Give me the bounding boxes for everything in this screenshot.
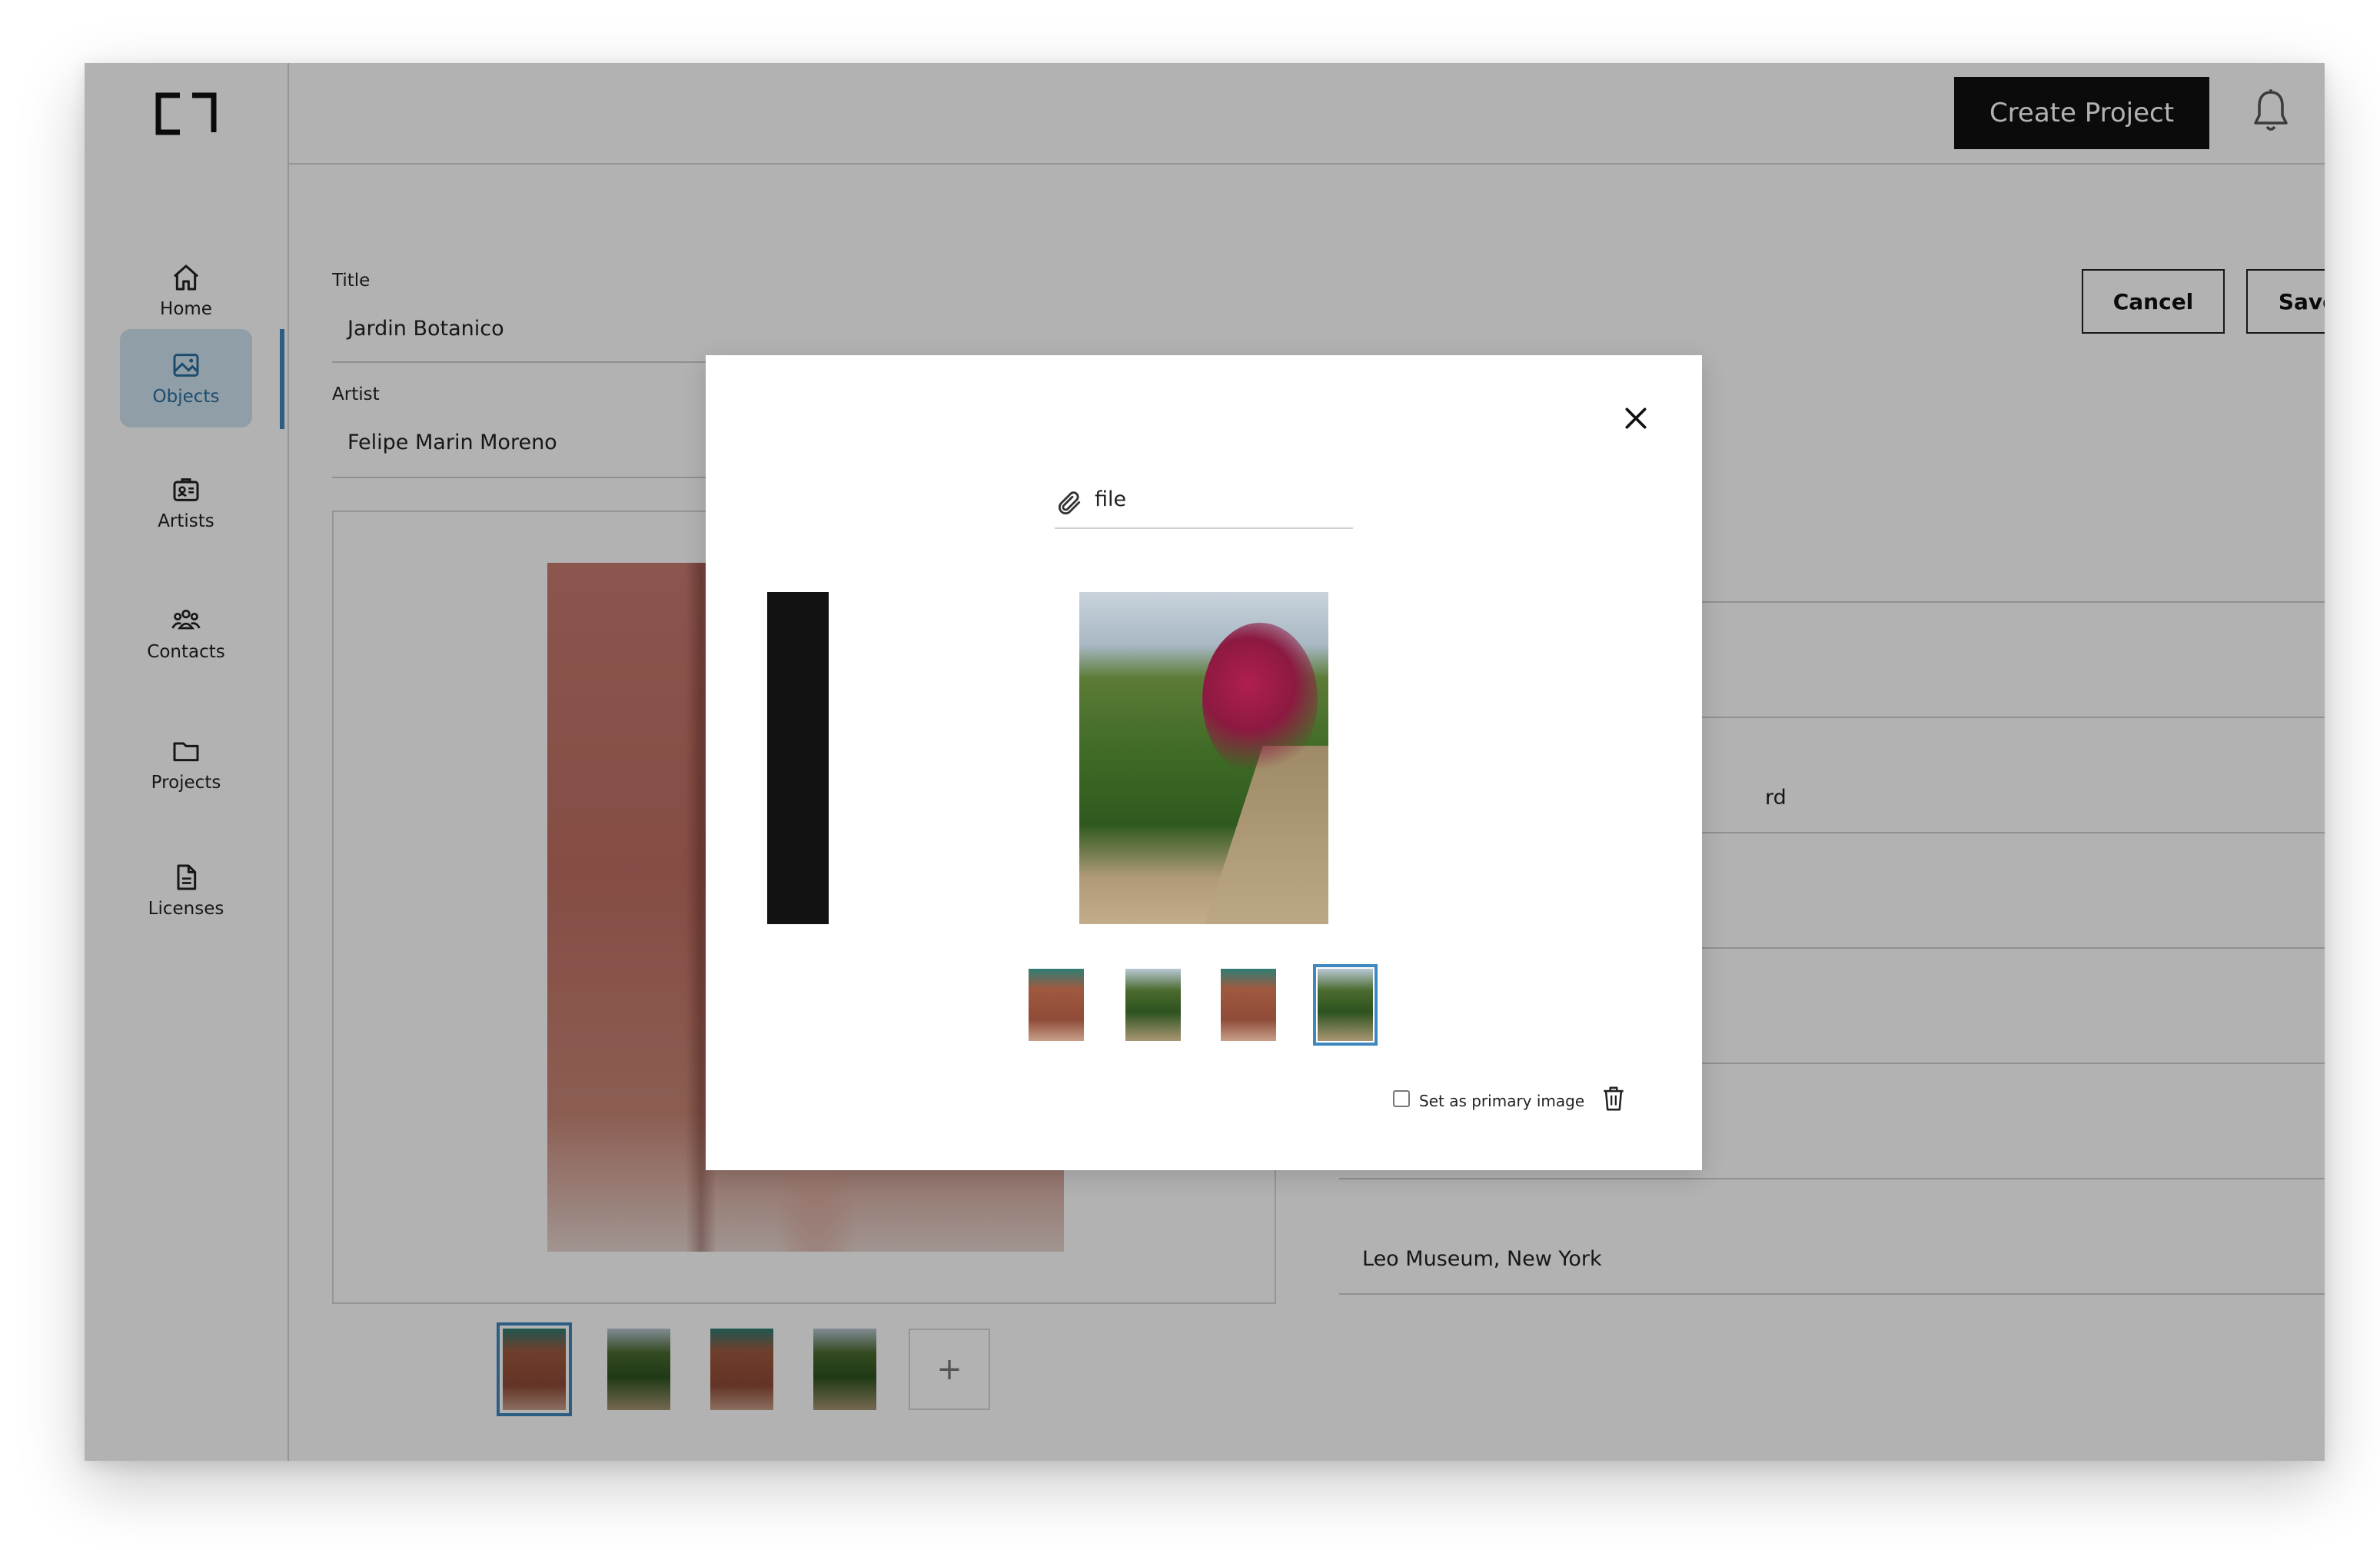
close-icon[interactable] bbox=[1620, 403, 1651, 434]
file-input[interactable]: file bbox=[1055, 478, 1353, 529]
modal-thumbnail[interactable] bbox=[1029, 969, 1084, 1041]
file-input-placeholder: file bbox=[1095, 487, 1127, 511]
modal-thumbnail[interactable] bbox=[1125, 969, 1181, 1041]
paperclip-icon bbox=[1058, 491, 1081, 515]
primary-image-label: Set as primary image bbox=[1419, 1092, 1585, 1110]
modal-thumbnail[interactable] bbox=[1313, 964, 1378, 1046]
modal-thumbnail[interactable] bbox=[1221, 969, 1276, 1041]
image-modal: file Set as primary image bbox=[706, 355, 1702, 1170]
app-window: Home Objects Artists Contacts Projects L… bbox=[85, 63, 2325, 1461]
photo-detail bbox=[1202, 623, 1318, 777]
trash-icon[interactable] bbox=[1601, 1084, 1627, 1113]
primary-image-checkbox[interactable] bbox=[1393, 1090, 1410, 1107]
garden-photo-preview bbox=[1079, 592, 1328, 924]
previous-image-preview[interactable] bbox=[767, 592, 829, 924]
